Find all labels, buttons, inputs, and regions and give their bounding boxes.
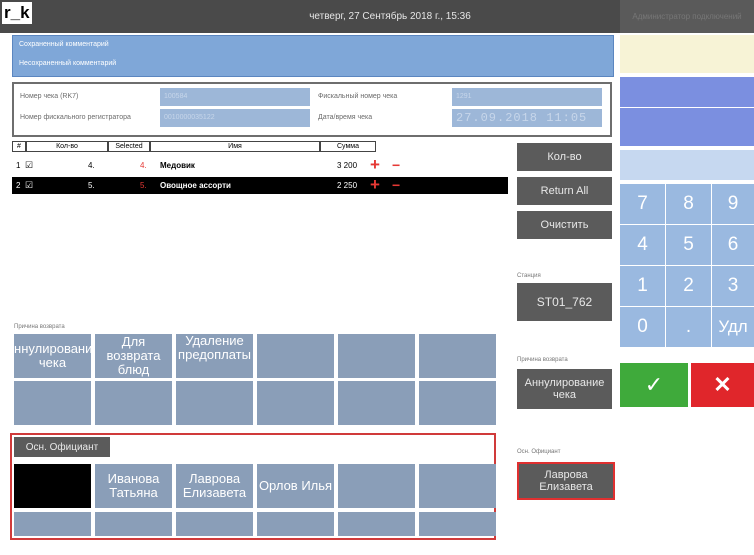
- unsaved-comment[interactable]: Несохраненный комментарий: [19, 60, 116, 67]
- key-dot[interactable]: .: [666, 307, 711, 347]
- reason-empty-cell[interactable]: [257, 381, 334, 425]
- clear-button[interactable]: Очистить: [517, 211, 612, 239]
- key-6[interactable]: 6: [712, 225, 754, 265]
- reason-selected-label: Причина возврата: [517, 357, 568, 363]
- waiter-tab[interactable]: Осн. Официант: [14, 437, 110, 457]
- key-5[interactable]: 5: [666, 225, 711, 265]
- fiscal-check-value: 1291: [452, 88, 602, 106]
- waiter-option-lavrova[interactable]: Лаврова Елизавета: [176, 464, 253, 508]
- increase-qty-icon[interactable]: +: [370, 176, 380, 193]
- reason-label: Причина возврата: [14, 324, 65, 330]
- key-9[interactable]: 9: [712, 184, 754, 224]
- key-delete[interactable]: Удл: [712, 307, 754, 347]
- app-name: r_k: [2, 2, 32, 24]
- numeric-input-field[interactable]: [620, 150, 754, 180]
- reason-empty-cell[interactable]: [95, 381, 172, 425]
- waiter-empty-cell[interactable]: [338, 512, 415, 536]
- top-right-status: Администратор подключений: [620, 0, 754, 33]
- waiter-empty-cell[interactable]: [176, 512, 253, 536]
- increase-qty-icon[interactable]: +: [370, 156, 380, 173]
- waiter-selected-button[interactable]: Лаврова Елизавета: [517, 462, 615, 500]
- saved-comment[interactable]: Сохраненный комментарий: [19, 41, 109, 48]
- key-1[interactable]: 1: [620, 266, 665, 306]
- return-all-button[interactable]: Return All: [517, 177, 612, 205]
- cancel-x-icon[interactable]: ✕: [691, 363, 754, 407]
- key-2[interactable]: 2: [666, 266, 711, 306]
- row-number: 1: [16, 161, 21, 170]
- row-qty: 5.: [88, 181, 95, 190]
- reason-empty-cell[interactable]: [257, 334, 334, 378]
- row-selected: 4.: [140, 161, 147, 170]
- qty-button[interactable]: Кол-во: [517, 143, 612, 171]
- reason-option-return-dishes[interactable]: Для возврата блюд: [95, 334, 172, 378]
- key-0[interactable]: 0: [620, 307, 665, 347]
- check-info-panel: Номер чека (RK7) 100584 Фискальный номер…: [12, 82, 612, 137]
- station-label: Станция: [517, 273, 541, 279]
- waiter-option-ivanova[interactable]: Иванова Татьяна: [95, 464, 172, 508]
- fiscal-check-label: Фискальный номер чека: [318, 93, 398, 100]
- waiter-selected-cell[interactable]: [14, 464, 91, 508]
- row-qty: 4.: [88, 161, 95, 170]
- key-7[interactable]: 7: [620, 184, 665, 224]
- checkbox-checked-icon[interactable]: ☑: [25, 177, 33, 194]
- reason-empty-cell[interactable]: [14, 381, 91, 425]
- col-sum-header[interactable]: Сумма: [320, 141, 376, 152]
- check-number-label: Номер чека (RK7): [20, 93, 79, 100]
- table-row[interactable]: 1 ☑ 4. 4. Медовик 3 200 + −: [12, 156, 508, 174]
- table-header: # Кол-во Selected Имя Сумма: [12, 141, 512, 152]
- reason-empty-cell[interactable]: [338, 334, 415, 378]
- row-selected: 5.: [140, 181, 147, 190]
- waiter-option-orlov[interactable]: Орлов Илья: [257, 464, 334, 508]
- col-name-header[interactable]: Имя: [150, 141, 320, 152]
- table-row[interactable]: 2 ☑ 5. 5. Овощное ассорти 2 250 + −: [12, 176, 508, 194]
- row-name: Овощное ассорти: [160, 181, 231, 190]
- waiter-empty-cell[interactable]: [419, 512, 496, 536]
- decrease-qty-icon[interactable]: −: [392, 157, 400, 174]
- confirm-checkmark-icon[interactable]: ✓: [620, 363, 688, 407]
- row-sum: 3 200: [337, 161, 358, 170]
- check-number-value: 100584: [160, 88, 310, 106]
- key-3[interactable]: 3: [712, 266, 754, 306]
- current-datetime: четверг, 27 Сентябрь 2018 г., 15:36: [309, 11, 471, 22]
- check-datetime-label: Дата/время чека: [318, 114, 373, 121]
- decrease-qty-icon[interactable]: −: [392, 177, 400, 194]
- row-number: 2: [16, 181, 21, 190]
- reason-option-cancel-check[interactable]: Аннулирование чека: [14, 334, 91, 378]
- info-strip: [620, 108, 754, 146]
- checkbox-checked-icon[interactable]: ☑: [25, 157, 33, 174]
- reason-empty-cell[interactable]: [338, 381, 415, 425]
- display-panel: [620, 35, 754, 73]
- waiter-empty-cell[interactable]: [257, 512, 334, 536]
- reason-selected-button[interactable]: Аннулирование чека: [517, 369, 612, 409]
- station-button[interactable]: ST01_762: [517, 283, 612, 321]
- fiscal-reg-value: 0010000035122: [160, 109, 310, 127]
- waiter-empty-cell[interactable]: [14, 512, 91, 536]
- waiter-selected-label: Осн. Официант: [517, 449, 561, 455]
- fiscal-reg-label: Номер фискального регистратора: [20, 114, 131, 121]
- reason-option-delete-prepayment[interactable]: Удаление предоплаты: [176, 334, 253, 378]
- row-sum: 2 250: [337, 181, 358, 190]
- waiter-empty-cell[interactable]: [338, 464, 415, 508]
- col-qty-header[interactable]: Кол-во: [26, 141, 108, 152]
- reason-empty-cell[interactable]: [419, 381, 496, 425]
- waiter-empty-cell[interactable]: [419, 464, 496, 508]
- info-strip: [620, 77, 754, 107]
- check-datetime-value: 27.09.2018 11:05: [452, 109, 602, 127]
- waiter-empty-cell[interactable]: [95, 512, 172, 536]
- col-selected-header[interactable]: Selected: [108, 141, 150, 152]
- comments-panel: Сохраненный комментарий Несохраненный ко…: [12, 35, 614, 77]
- row-name: Медовик: [160, 161, 195, 170]
- reason-empty-cell[interactable]: [419, 334, 496, 378]
- key-4[interactable]: 4: [620, 225, 665, 265]
- col-number-header[interactable]: #: [12, 141, 26, 152]
- reason-empty-cell[interactable]: [176, 381, 253, 425]
- key-8[interactable]: 8: [666, 184, 711, 224]
